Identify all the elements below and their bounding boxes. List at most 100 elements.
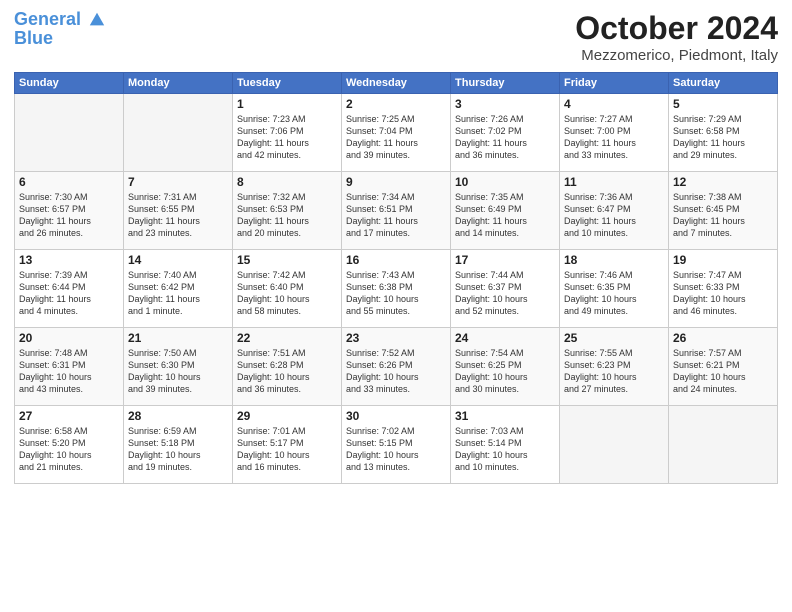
day-cell: [124, 94, 233, 172]
day-info: Sunrise: 7:32 AMSunset: 6:53 PMDaylight:…: [237, 191, 337, 240]
week-row-3: 13 Sunrise: 7:39 AMSunset: 6:44 PMDayligh…: [15, 250, 778, 328]
day-cell: 23 Sunrise: 7:52 AMSunset: 6:26 PMDayligh…: [342, 328, 451, 406]
day-number: 2: [346, 97, 446, 111]
day-info: Sunrise: 7:39 AMSunset: 6:44 PMDaylight:…: [19, 269, 119, 318]
header-sunday: Sunday: [15, 73, 124, 94]
day-cell: 28 Sunrise: 6:59 AMSunset: 5:18 PMDayligh…: [124, 406, 233, 484]
day-number: 31: [455, 409, 555, 423]
day-info: Sunrise: 7:36 AMSunset: 6:47 PMDaylight:…: [564, 191, 664, 240]
day-cell: 10 Sunrise: 7:35 AMSunset: 6:49 PMDayligh…: [451, 172, 560, 250]
page: General Blue October 2024 Mezzomerico, P…: [0, 0, 792, 612]
day-info: Sunrise: 7:23 AMSunset: 7:06 PMDaylight:…: [237, 113, 337, 162]
day-info: Sunrise: 7:51 AMSunset: 6:28 PMDaylight:…: [237, 347, 337, 396]
day-cell: 9 Sunrise: 7:34 AMSunset: 6:51 PMDaylight…: [342, 172, 451, 250]
header-friday: Friday: [560, 73, 669, 94]
week-row-5: 27Sunrise: 6:58 AMSunset: 5:20 PMDayligh…: [15, 406, 778, 484]
day-info: Sunrise: 7:29 AMSunset: 6:58 PMDaylight:…: [673, 113, 773, 162]
day-info: Sunrise: 7:34 AMSunset: 6:51 PMDaylight:…: [346, 191, 446, 240]
week-row-1: 1 Sunrise: 7:23 AMSunset: 7:06 PMDaylight…: [15, 94, 778, 172]
day-number: 10: [455, 175, 555, 189]
day-info: Sunrise: 7:35 AMSunset: 6:49 PMDaylight:…: [455, 191, 555, 240]
logo: General Blue: [14, 10, 106, 49]
day-cell: 7 Sunrise: 7:31 AMSunset: 6:55 PMDaylight…: [124, 172, 233, 250]
day-number: 22: [237, 331, 337, 345]
day-cell: 17 Sunrise: 7:44 AMSunset: 6:37 PMDayligh…: [451, 250, 560, 328]
day-info: Sunrise: 7:54 AMSunset: 6:25 PMDaylight:…: [455, 347, 555, 396]
day-cell: 29Sunrise: 7:01 AMSunset: 5:17 PMDayligh…: [233, 406, 342, 484]
day-cell: 2 Sunrise: 7:25 AMSunset: 7:04 PMDaylight…: [342, 94, 451, 172]
day-info: Sunrise: 7:27 AMSunset: 7:00 PMDaylight:…: [564, 113, 664, 162]
header-row: SundayMondayTuesdayWednesdayThursdayFrid…: [15, 73, 778, 94]
day-cell: 31 Sunrise: 7:03 AMSunset: 5:14 PMDayligh…: [451, 406, 560, 484]
day-number: 20: [19, 331, 119, 345]
day-cell: 14 Sunrise: 7:40 AMSunset: 6:42 PMDayligh…: [124, 250, 233, 328]
day-number: 14: [128, 253, 228, 267]
day-info: Sunrise: 7:42 AMSunset: 6:40 PMDaylight:…: [237, 269, 337, 318]
day-info: Sunrise: 7:43 AMSunset: 6:38 PMDaylight:…: [346, 269, 446, 318]
day-number: 13: [19, 253, 119, 267]
day-number: 27: [19, 409, 119, 423]
day-info: Sunrise: 7:48 AMSunset: 6:31 PMDaylight:…: [19, 347, 119, 396]
day-number: 15: [237, 253, 337, 267]
day-number: 3: [455, 97, 555, 111]
day-info: Sunrise: 7:40 AMSunset: 6:42 PMDaylight:…: [128, 269, 228, 318]
day-cell: 22 Sunrise: 7:51 AMSunset: 6:28 PMDayligh…: [233, 328, 342, 406]
day-number: 26: [673, 331, 773, 345]
day-info: Sunrise: 7:44 AMSunset: 6:37 PMDaylight:…: [455, 269, 555, 318]
title-block: October 2024 Mezzomerico, Piedmont, Ital…: [575, 10, 778, 64]
day-number: 23: [346, 331, 446, 345]
day-number: 1: [237, 97, 337, 111]
day-cell: 4 Sunrise: 7:27 AMSunset: 7:00 PMDaylight…: [560, 94, 669, 172]
day-cell: 25Sunrise: 7:55 AMSunset: 6:23 PMDayligh…: [560, 328, 669, 406]
day-cell: [560, 406, 669, 484]
day-number: 9: [346, 175, 446, 189]
day-number: 16: [346, 253, 446, 267]
day-number: 8: [237, 175, 337, 189]
day-info: Sunrise: 7:52 AMSunset: 6:26 PMDaylight:…: [346, 347, 446, 396]
week-row-4: 20 Sunrise: 7:48 AMSunset: 6:31 PMDayligh…: [15, 328, 778, 406]
day-number: 12: [673, 175, 773, 189]
day-cell: 15 Sunrise: 7:42 AMSunset: 6:40 PMDayligh…: [233, 250, 342, 328]
calendar-table: SundayMondayTuesdayWednesdayThursdayFrid…: [14, 72, 778, 484]
day-info: Sunrise: 7:57 AMSunset: 6:21 PMDaylight:…: [673, 347, 773, 396]
day-number: 6: [19, 175, 119, 189]
logo-text: General: [14, 10, 106, 30]
day-cell: 5Sunrise: 7:29 AMSunset: 6:58 PMDaylight…: [669, 94, 778, 172]
day-number: 11: [564, 175, 664, 189]
day-cell: 13 Sunrise: 7:39 AMSunset: 6:44 PMDayligh…: [15, 250, 124, 328]
month-title: October 2024: [575, 10, 778, 47]
day-cell: 30Sunrise: 7:02 AMSunset: 5:15 PMDayligh…: [342, 406, 451, 484]
day-number: 30: [346, 409, 446, 423]
day-number: 17: [455, 253, 555, 267]
logo-icon: [88, 11, 106, 29]
day-cell: 1 Sunrise: 7:23 AMSunset: 7:06 PMDaylight…: [233, 94, 342, 172]
day-info: Sunrise: 7:47 AMSunset: 6:33 PMDaylight:…: [673, 269, 773, 318]
day-info: Sunrise: 6:59 AMSunset: 5:18 PMDaylight:…: [128, 425, 228, 474]
day-cell: 27Sunrise: 6:58 AMSunset: 5:20 PMDayligh…: [15, 406, 124, 484]
day-number: 7: [128, 175, 228, 189]
day-cell: 20 Sunrise: 7:48 AMSunset: 6:31 PMDayligh…: [15, 328, 124, 406]
day-cell: 26 Sunrise: 7:57 AMSunset: 6:21 PMDayligh…: [669, 328, 778, 406]
header-saturday: Saturday: [669, 73, 778, 94]
day-cell: 16 Sunrise: 7:43 AMSunset: 6:38 PMDayligh…: [342, 250, 451, 328]
day-number: 28: [128, 409, 228, 423]
day-info: Sunrise: 7:25 AMSunset: 7:04 PMDaylight:…: [346, 113, 446, 162]
day-number: 18: [564, 253, 664, 267]
day-info: Sunrise: 7:30 AMSunset: 6:57 PMDaylight:…: [19, 191, 119, 240]
day-cell: 8 Sunrise: 7:32 AMSunset: 6:53 PMDaylight…: [233, 172, 342, 250]
day-number: 4: [564, 97, 664, 111]
header-thursday: Thursday: [451, 73, 560, 94]
day-number: 25: [564, 331, 664, 345]
day-number: 21: [128, 331, 228, 345]
header-monday: Monday: [124, 73, 233, 94]
day-cell: 18Sunrise: 7:46 AMSunset: 6:35 PMDayligh…: [560, 250, 669, 328]
day-info: Sunrise: 7:03 AMSunset: 5:14 PMDaylight:…: [455, 425, 555, 474]
day-cell: 24Sunrise: 7:54 AMSunset: 6:25 PMDayligh…: [451, 328, 560, 406]
day-info: Sunrise: 7:26 AMSunset: 7:02 PMDaylight:…: [455, 113, 555, 162]
logo-line2: Blue: [14, 28, 106, 49]
header-wednesday: Wednesday: [342, 73, 451, 94]
day-info: Sunrise: 7:50 AMSunset: 6:30 PMDaylight:…: [128, 347, 228, 396]
day-info: Sunrise: 7:31 AMSunset: 6:55 PMDaylight:…: [128, 191, 228, 240]
header: General Blue October 2024 Mezzomerico, P…: [14, 10, 778, 64]
logo-line1: General: [14, 9, 81, 29]
